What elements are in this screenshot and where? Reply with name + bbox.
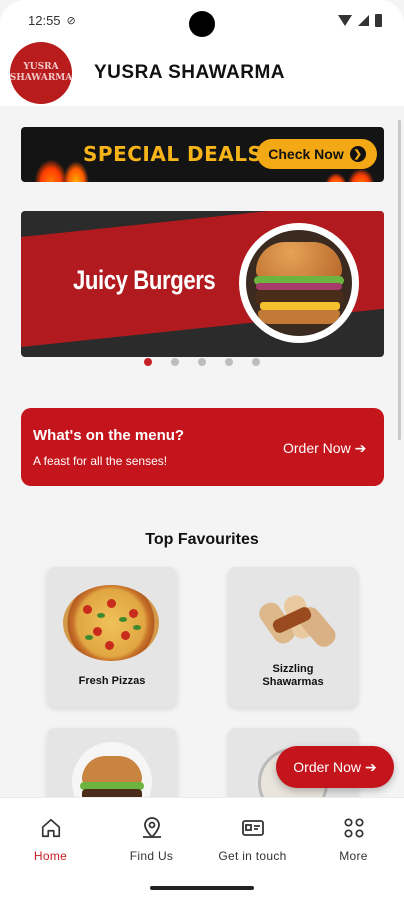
favourite-card-pizza[interactable]: Fresh Pizzas [47,567,177,707]
carousel-slide-title: Juicy Burgers [73,265,216,295]
chevron-right-icon: ❯ [349,146,366,162]
check-now-button[interactable]: Check Now ❯ [257,139,377,169]
section-title: Top Favourites [145,531,259,548]
app-header: YUSRA SHAWARMA YUSRA SHAWARMA [0,40,404,106]
bottom-navigation: Home Find Us Get in touch More [0,797,404,900]
deals-title: SPECIAL DEALS [83,142,263,166]
camera-cutout [189,11,215,37]
grid-icon [342,816,366,840]
favourite-card-shawarma[interactable]: Sizzling Shawarmas [228,567,358,707]
nav-item-more[interactable]: More [303,798,404,878]
arrow-right-icon: ➔ [354,440,367,456]
check-now-label: Check Now [268,146,344,162]
carousel-dot[interactable] [171,358,179,366]
favourite-label: Fresh Pizzas [78,675,146,687]
burger-image [246,230,352,336]
nav-item-find-us[interactable]: Find Us [101,798,202,878]
shawarma-image [255,592,340,651]
menu-card-subtitle: A feast for all the senses! [33,454,168,468]
brand-title: YUSRA SHAWARMA [94,62,286,83]
map-pin-icon [140,816,164,840]
status-time: 12:55 [28,12,61,28]
scrollbar[interactable] [398,120,401,440]
nav-label: Get in touch [218,849,287,863]
signal-icon [358,14,369,26]
carousel-dot[interactable] [252,358,260,366]
special-deals-banner[interactable]: SPECIAL DEALS Check Now ❯ [21,127,384,182]
brand-logo[interactable]: YUSRA SHAWARMA [10,42,72,104]
contact-card-icon [241,816,265,840]
burger-image-frame [239,223,359,343]
menu-card-title: What's on the menu? [33,427,185,444]
favourite-label: Sizzling Shawarmas [262,663,324,688]
floating-order-label: Order Now [293,759,361,775]
carousel-dot[interactable] [144,358,152,366]
carousel-pagination [0,358,404,366]
dnd-icon: ⊘ [66,14,76,27]
nav-label: Home [33,849,68,863]
nav-label: More [339,849,368,863]
carousel-dot[interactable] [225,358,233,366]
promo-carousel[interactable]: Juicy Burgers [21,211,384,357]
nav-item-get-in-touch[interactable]: Get in touch [202,798,303,878]
pizza-image [63,585,159,661]
nav-item-home[interactable]: Home [0,798,101,878]
carousel-dot[interactable] [198,358,206,366]
battery-icon [375,13,382,27]
nav-label: Find Us [129,849,174,863]
wifi-icon [338,14,352,26]
order-now-label: Order Now [283,440,351,456]
menu-card[interactable]: What's on the menu? A feast for all the … [21,408,384,486]
order-now-link[interactable]: Order Now ➔ [283,440,366,457]
arrow-right-icon: ➔ [364,758,377,775]
home-icon [39,816,63,840]
floating-order-now-button[interactable]: Order Now ➔ [276,746,394,788]
favourite-card-burger[interactable] [47,728,177,822]
gesture-handle[interactable] [150,886,254,890]
